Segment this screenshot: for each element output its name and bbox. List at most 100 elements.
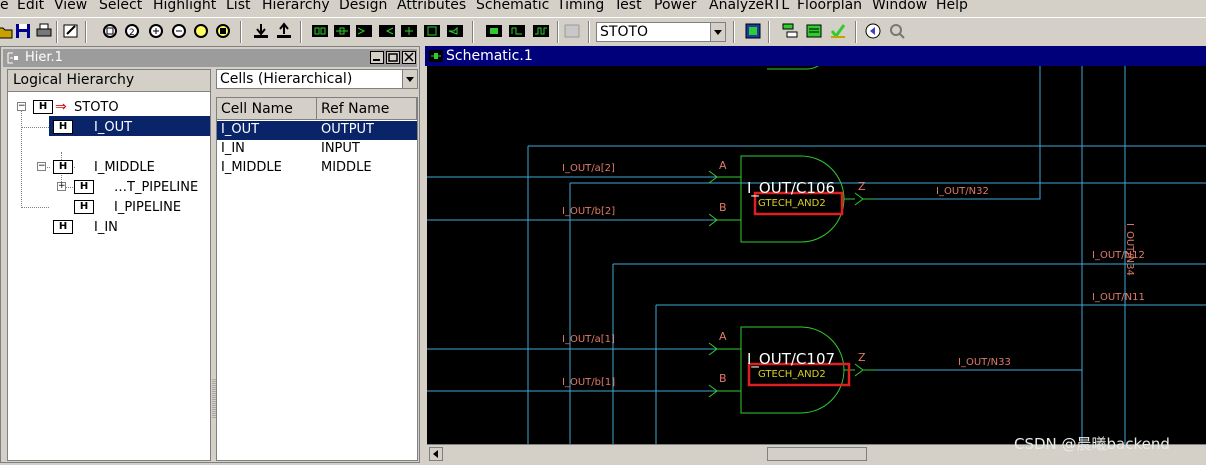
table-row[interactable]: I_IN INPUT [217,140,417,159]
schematic-icon[interactable] [311,22,329,40]
close-icon[interactable] [402,51,416,64]
ref-name: MIDDLE [321,160,372,175]
fanout-icon[interactable] [378,22,396,40]
logical-hierarchy-pane: Logical Hierarchy − H ⇒ STOTO H I_OUT − … [7,69,211,461]
gate-type-c106: GTECH_AND2 [758,198,826,209]
chevron-down-icon[interactable] [710,23,725,41]
hier-browser-icon[interactable] [781,22,799,40]
zoom-select-icon[interactable] [214,22,232,40]
cell-name: I_MIDDLE [221,160,282,175]
check-design-icon[interactable] [829,22,847,40]
net-label-a2[interactable]: I_OUT/a[2] [562,163,615,174]
pin-label-z: Z [858,351,866,364]
menu-list[interactable]: List [226,0,250,13]
scroll-thumb[interactable] [767,447,867,461]
column-header-cell-name[interactable]: Cell Name [217,98,317,120]
gate-name-c107[interactable]: I_OUT/C107 [747,350,835,368]
hierarchy-titlebar[interactable]: Hier.1 [3,49,417,67]
menu-window[interactable]: Window [872,0,927,13]
cells-view-select[interactable]: Cells (Hierarchical) [216,69,418,89]
menu-highlight[interactable]: Highlight [153,0,216,13]
net-label-b1[interactable]: I_OUT/b[1] [562,377,615,388]
menu-hierarchy[interactable]: Hierarchy [262,0,330,13]
gate-name-c106[interactable]: I_OUT/C106 [747,179,835,197]
report-icon[interactable] [805,22,823,40]
net-label-n34[interactable]: I_OUT/N34 [1124,223,1135,276]
menu-help[interactable]: Help [936,0,968,13]
zoom-in-icon[interactable] [147,22,165,40]
menu-edit[interactable]: Edit [17,0,44,13]
schematic-canvas[interactable]: I_OUT/a[2] I_OUT/b[2] A B Z I_OUT/C106 G… [427,66,1206,444]
cell-name: I_OUT [221,122,260,137]
tree-item-i-pipeline[interactable]: I_PIPELINE [114,200,181,215]
hierarchy-badge-icon: H [74,200,94,214]
schematic-drawing [427,66,1206,444]
zoom-two-icon[interactable]: 2 [123,22,141,40]
schematic-titlebar[interactable]: Schematic.1 [425,46,1206,66]
tree-item-i-in[interactable]: I_IN [94,220,118,235]
menu-timing[interactable]: Timing [557,0,604,13]
tree-collapse-toggle[interactable]: − [17,102,26,111]
pop-up-icon[interactable] [275,22,293,40]
menu-floorplan[interactable]: Floorplan [797,0,862,13]
cell-view-icon[interactable] [508,22,526,40]
design-vision-icon[interactable] [744,22,762,40]
module-icon[interactable] [423,22,441,40]
scroll-left-icon[interactable] [429,447,443,461]
zoom-box-icon[interactable] [192,22,210,40]
gate-type-c107: GTECH_AND2 [758,369,826,380]
hierarchy-badge-icon: H [53,160,73,174]
tree-item-i-middle[interactable]: I_MIDDLE [94,160,155,175]
tree-expand-toggle[interactable]: + [57,182,66,191]
menu-analyzertl[interactable]: AnalyzeRTL [709,0,789,13]
net-label-n32[interactable]: I_OUT/N32 [936,186,989,197]
menu-schematic[interactable]: Schematic [476,0,549,13]
tree-item-stoto[interactable]: STOTO [74,100,119,115]
ref-name: OUTPUT [321,122,374,137]
link-icon[interactable] [62,22,80,40]
menu-view[interactable]: View [54,0,87,13]
fanin-icon[interactable] [355,22,373,40]
menu-test[interactable]: Test [614,0,642,13]
tree-item-t-pipeline[interactable]: …T_PIPELINE [114,180,198,195]
zoom-fit-icon[interactable] [101,22,119,40]
design-select[interactable]: STOTO [596,22,726,42]
menu-select[interactable]: Select [99,0,142,13]
hierarchy-window-title: Hier.1 [25,50,63,65]
chevron-down-icon[interactable] [402,70,417,88]
menu-file[interactable]: e [0,0,9,13]
path-schematic-icon[interactable] [333,22,351,40]
menu-attributes[interactable]: Attributes [397,0,466,13]
zoom-icon[interactable] [888,22,906,40]
cell-name: I_IN [221,141,245,156]
hierarchy-window-icon [6,51,20,69]
menu-design[interactable]: Design [339,0,387,13]
port-icon[interactable] [446,22,464,40]
timing-view-icon[interactable] [532,22,550,40]
toolbar: 2 STOTO [0,17,1206,46]
column-header-ref-name[interactable]: Ref Name [317,98,417,120]
cone-icon[interactable] [400,22,418,40]
zoom-out-icon[interactable] [170,22,188,40]
menu-power[interactable]: Power [654,0,696,13]
save-icon[interactable] [14,22,32,40]
maximize-icon[interactable] [386,51,400,64]
minimize-icon[interactable] [370,51,384,64]
table-row[interactable]: I_OUT OUTPUT [217,121,417,140]
net-label-n12[interactable]: I_OUT/N12 [1092,250,1145,261]
print-icon[interactable] [35,22,53,40]
tree-item-i-out[interactable]: I_OUT [94,120,132,135]
tree-collapse-toggle[interactable]: − [37,162,46,171]
push-down-icon[interactable] [252,22,270,40]
logical-hierarchy-header: Logical Hierarchy [8,70,210,92]
back-icon[interactable] [864,22,882,40]
pin-label-b: B [719,201,727,214]
table-row[interactable]: I_MIDDLE MIDDLE [217,159,417,178]
disabled-tool-icon [563,22,581,40]
open-icon[interactable] [0,22,14,40]
net-label-b2[interactable]: I_OUT/b[2] [562,206,615,217]
net-label-a1[interactable]: I_OUT/a[1] [562,334,615,345]
net-label-n11[interactable]: I_OUT/N11 [1092,292,1145,303]
symbol-view-icon[interactable] [485,22,503,40]
net-label-n33[interactable]: I_OUT/N33 [958,357,1011,368]
